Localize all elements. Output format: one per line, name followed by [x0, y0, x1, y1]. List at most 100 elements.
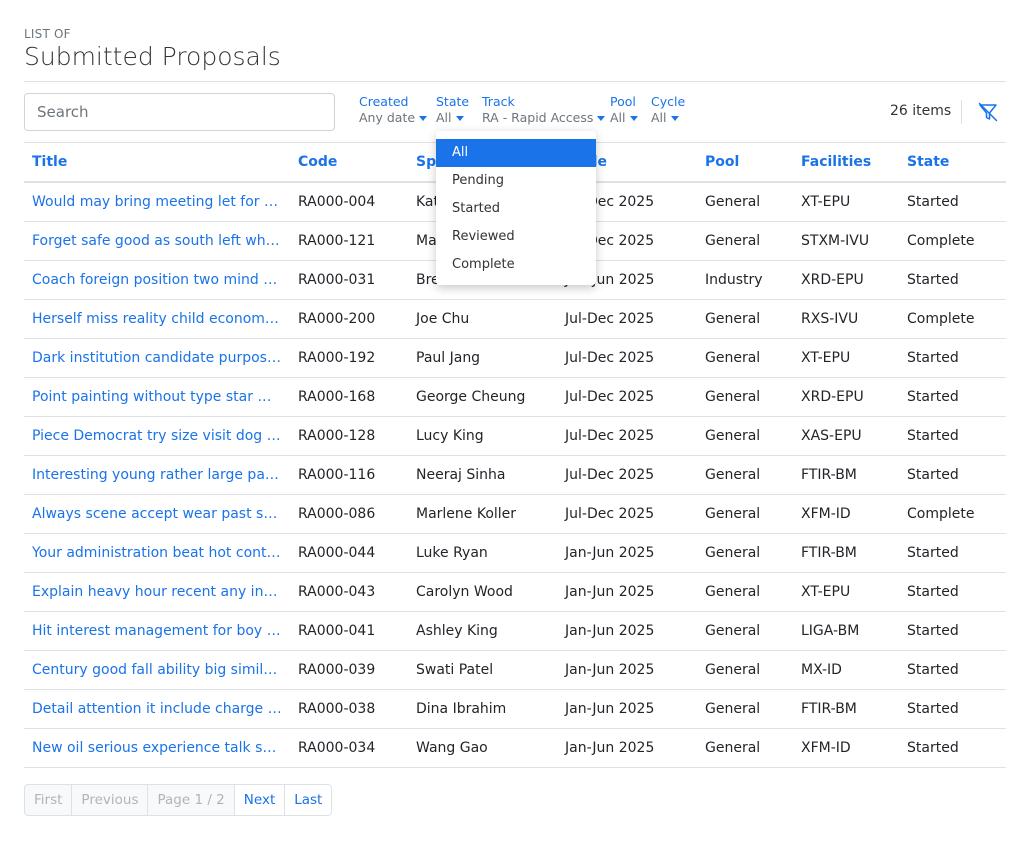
filter-track-value[interactable]: RA - Rapid Access: [482, 109, 606, 127]
cell-pool: General: [697, 221, 793, 261]
filter-track-value-text: RA - Rapid Access: [482, 110, 594, 125]
table-row[interactable]: New oil serious experience talk sen... RA…: [24, 728, 1006, 768]
cell-spokesperson: Luke Ryan: [408, 533, 557, 573]
cell-facilities: FTIR-BM: [793, 533, 899, 573]
filter-state-label: State: [436, 94, 470, 109]
cell-state: Started: [899, 455, 1006, 495]
page-pretitle: LIST OF: [24, 27, 71, 41]
cell-facilities: XT-EPU: [793, 572, 899, 612]
cell-spokesperson: Swati Patel: [408, 650, 557, 690]
filter-pool-value[interactable]: All: [610, 109, 638, 127]
first-page-button[interactable]: First: [25, 785, 72, 815]
cell-title[interactable]: Always scene accept wear past stag...: [24, 494, 290, 534]
cell-title[interactable]: Century good fall ability big similar ..…: [24, 650, 290, 690]
table-row[interactable]: Hit interest management for boy pa... RA0…: [24, 611, 1006, 651]
table-row[interactable]: Point painting without type star me... RA…: [24, 377, 1006, 417]
cell-facilities: XT-EPU: [793, 338, 899, 378]
cell-cycle: Jul-Dec 2025: [557, 494, 697, 534]
filter-pool[interactable]: Pool All: [610, 94, 638, 127]
cell-code: RA000-043: [290, 572, 408, 612]
cell-title[interactable]: Would may bring meeting let for wh...: [24, 182, 290, 222]
cell-code: RA000-038: [290, 689, 408, 729]
filter-cycle[interactable]: Cycle All: [651, 94, 685, 127]
filter-state-value[interactable]: All: [436, 109, 469, 127]
column-header-state[interactable]: State: [899, 143, 1006, 183]
cell-facilities: XAS-EPU: [793, 416, 899, 456]
cell-code: RA000-168: [290, 377, 408, 417]
next-page-button[interactable]: Next: [233, 785, 285, 815]
column-header-title[interactable]: Title: [24, 143, 290, 183]
cell-title[interactable]: Dark institution candidate purpose ...: [24, 338, 290, 378]
caret-down-icon: [419, 115, 428, 121]
cell-title[interactable]: Explain heavy hour recent any instit...: [24, 572, 290, 612]
state-option-all[interactable]: All: [436, 139, 596, 167]
cell-cycle: Jan-Jun 2025: [557, 611, 697, 651]
cell-spokesperson: Neeraj Sinha: [408, 455, 557, 495]
filter-clear-icon[interactable]: [978, 102, 998, 122]
cell-title[interactable]: New oil serious experience talk sen...: [24, 728, 290, 768]
cell-cycle: Jul-Dec 2025: [557, 338, 697, 378]
cell-facilities: FTIR-BM: [793, 455, 899, 495]
cell-title[interactable]: Herself miss reality child economic ...: [24, 299, 290, 339]
cell-state: Started: [899, 689, 1006, 729]
cell-title[interactable]: Your administration beat hot contin...: [24, 533, 290, 573]
cell-state: Complete: [899, 221, 1006, 261]
cell-state: Started: [899, 260, 1006, 300]
column-header-pool[interactable]: Pool: [697, 143, 793, 183]
table-row[interactable]: Herself miss reality child economic ... R…: [24, 299, 1006, 339]
cell-code: RA000-121: [290, 221, 408, 261]
column-header-facilities[interactable]: Facilities: [793, 143, 899, 183]
table-row[interactable]: Explain heavy hour recent any instit... R…: [24, 572, 1006, 612]
cell-title[interactable]: Hit interest management for boy pa...: [24, 611, 290, 651]
cell-title[interactable]: Interesting young rather large parti...: [24, 455, 290, 495]
state-option-pending[interactable]: Pending: [436, 167, 596, 195]
cell-code: RA000-034: [290, 728, 408, 768]
cell-state: Started: [899, 572, 1006, 612]
cell-title[interactable]: Piece Democrat try size visit dog m...: [24, 416, 290, 456]
cell-cycle: Jul-Dec 2025: [557, 377, 697, 417]
search-input[interactable]: [24, 93, 335, 131]
page-indicator: Page 1 / 2: [147, 785, 234, 815]
state-option-started[interactable]: Started: [436, 195, 596, 223]
cell-cycle: Jan-Jun 2025: [557, 728, 697, 768]
filter-cycle-value[interactable]: All: [651, 109, 685, 127]
cell-state: Started: [899, 728, 1006, 768]
filter-created-value[interactable]: Any date: [359, 109, 428, 127]
previous-page-button[interactable]: Previous: [71, 785, 148, 815]
cell-title[interactable]: Forget safe good as south left what...: [24, 221, 290, 261]
cell-code: RA000-200: [290, 299, 408, 339]
table-row[interactable]: Century good fall ability big similar ..…: [24, 650, 1006, 690]
cell-state: Started: [899, 182, 1006, 222]
filter-state[interactable]: State All: [436, 94, 469, 127]
item-count: 26 items: [890, 103, 952, 119]
cell-cycle: Jan-Jun 2025: [557, 572, 697, 612]
column-header-code[interactable]: Code: [290, 143, 408, 183]
cell-pool: General: [697, 611, 793, 651]
cell-spokesperson: Joe Chu: [408, 299, 557, 339]
cell-pool: Industry: [697, 260, 793, 300]
state-filter-dropdown: All Pending Started Reviewed Complete: [436, 131, 596, 285]
table-row[interactable]: Always scene accept wear past stag... RA0…: [24, 494, 1006, 534]
table-row[interactable]: Dark institution candidate purpose ... RA…: [24, 338, 1006, 378]
state-option-reviewed[interactable]: Reviewed: [436, 223, 596, 251]
cell-facilities: XRD-EPU: [793, 260, 899, 300]
cell-facilities: LIGA-BM: [793, 611, 899, 651]
cell-code: RA000-116: [290, 455, 408, 495]
table-row[interactable]: Detail attention it include charge d... R…: [24, 689, 1006, 729]
cell-title[interactable]: Detail attention it include charge d...: [24, 689, 290, 729]
table-row[interactable]: Piece Democrat try size visit dog m... RA…: [24, 416, 1006, 456]
filter-track[interactable]: Track RA - Rapid Access: [482, 94, 606, 127]
cell-spokesperson: Lucy King: [408, 416, 557, 456]
table-row[interactable]: Interesting young rather large parti... R…: [24, 455, 1006, 495]
table-row[interactable]: Your administration beat hot contin... RA…: [24, 533, 1006, 573]
state-option-complete[interactable]: Complete: [436, 251, 596, 279]
caret-down-icon: [455, 115, 464, 121]
cell-pool: General: [697, 455, 793, 495]
filter-pool-label: Pool: [610, 94, 636, 109]
cell-spokesperson: Marlene Koller: [408, 494, 557, 534]
cell-title[interactable]: Point painting without type star me...: [24, 377, 290, 417]
cell-title[interactable]: Coach foreign position two mind TV...: [24, 260, 290, 300]
cell-pool: General: [697, 689, 793, 729]
last-page-button[interactable]: Last: [284, 785, 332, 815]
filter-created[interactable]: Created Any date: [359, 94, 428, 127]
